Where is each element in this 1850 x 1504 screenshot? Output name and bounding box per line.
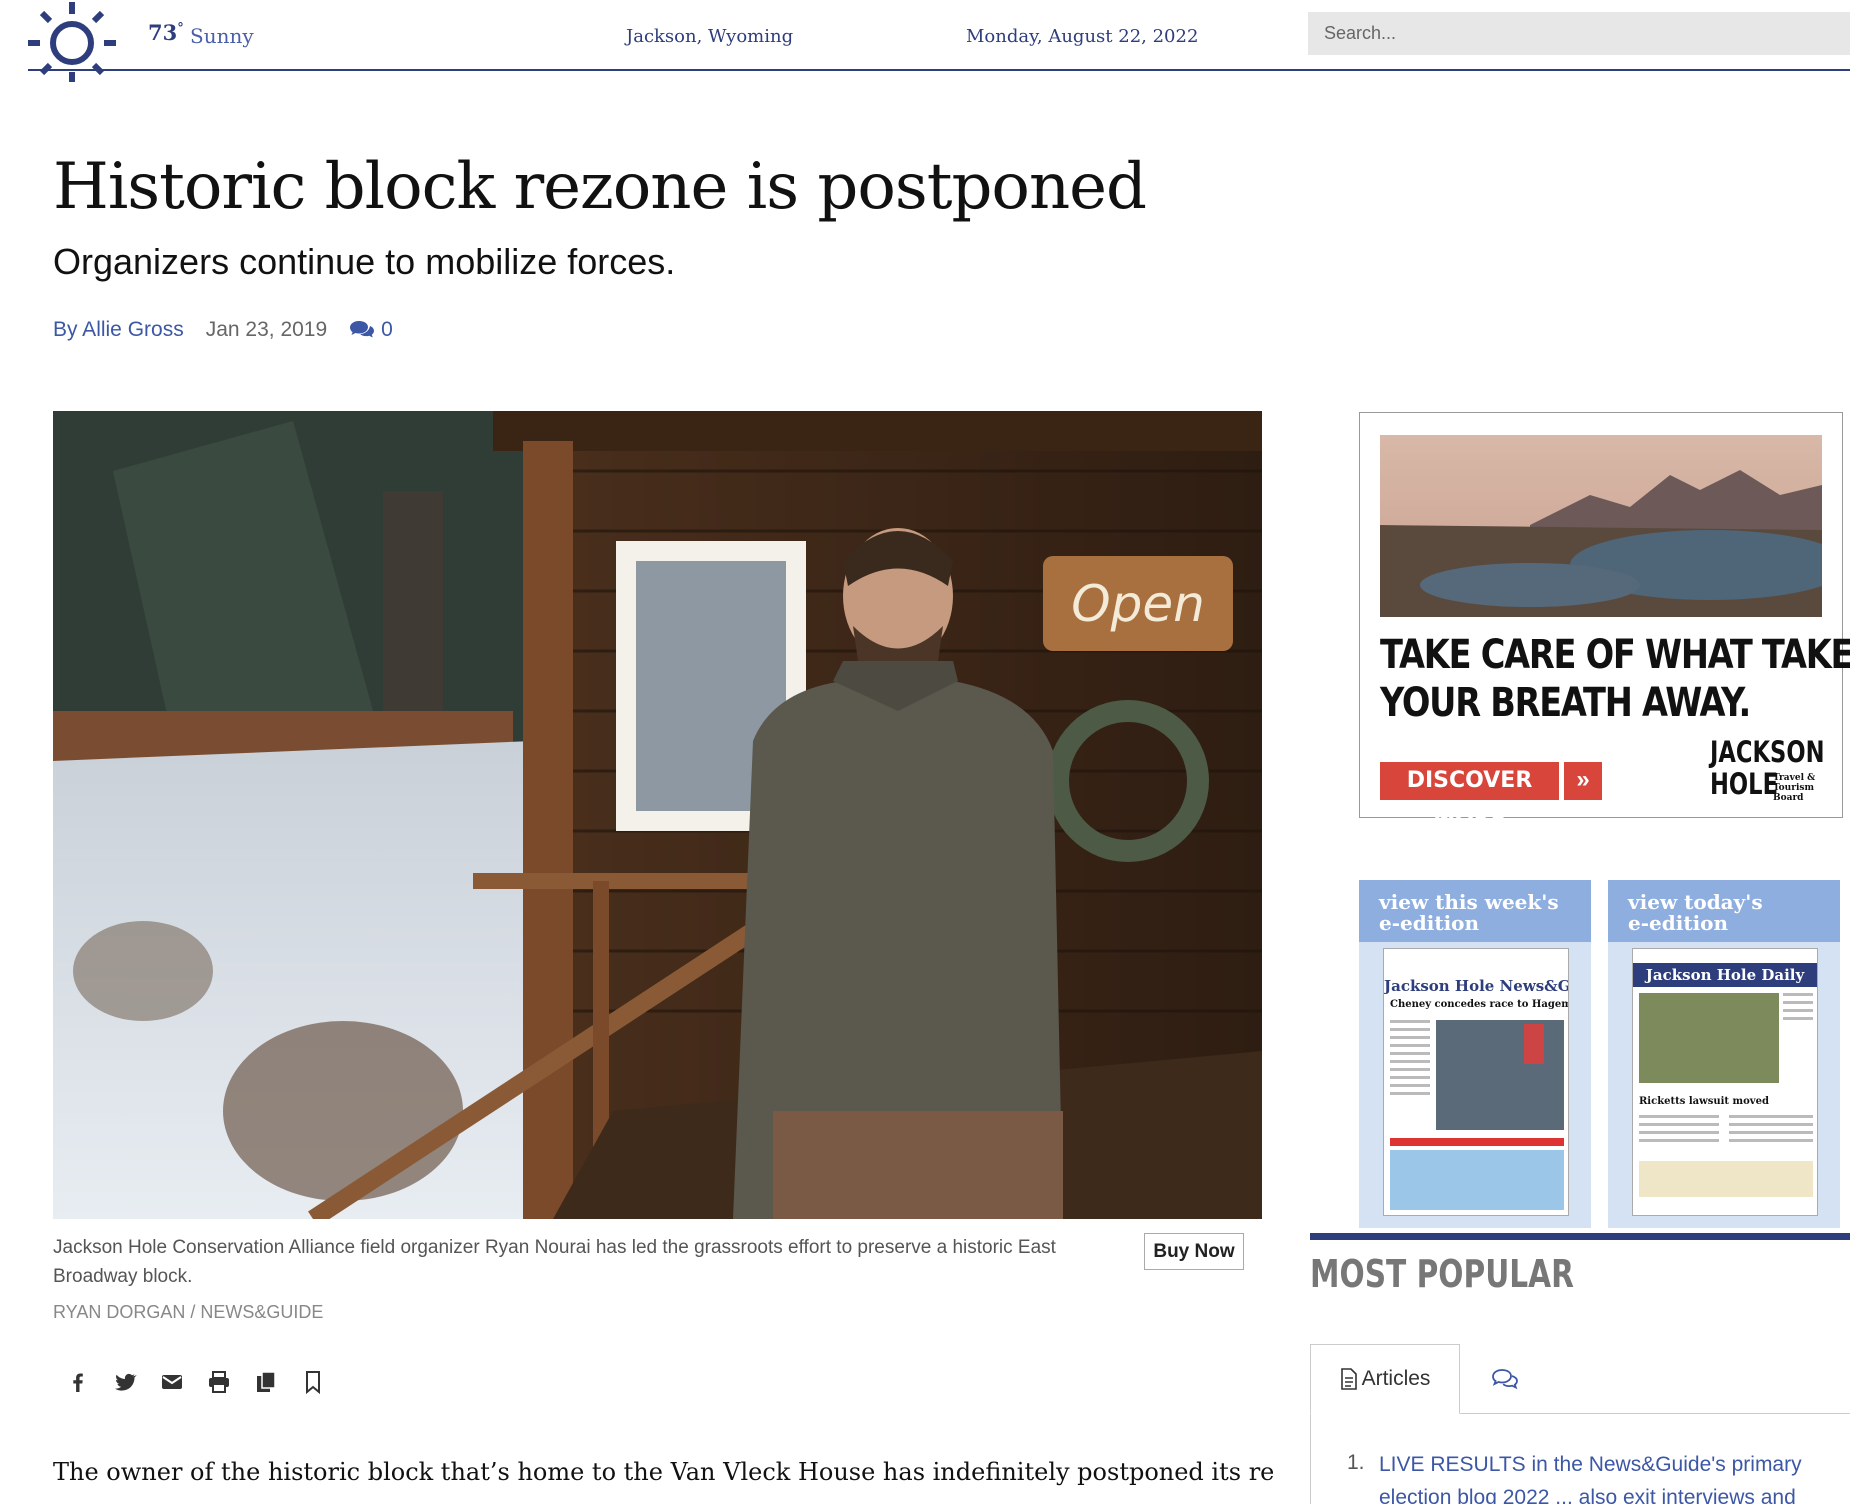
eedition-label: view today's e-edition xyxy=(1608,880,1840,942)
bookmark-icon[interactable] xyxy=(301,1370,325,1395)
comment-count: 0 xyxy=(381,318,393,341)
comments-icon xyxy=(1492,1369,1518,1390)
eedition-label: view this week's e-edition xyxy=(1359,880,1591,942)
copy-icon[interactable] xyxy=(254,1370,278,1394)
ad-landscape-image xyxy=(1380,435,1822,617)
tab-articles[interactable]: Articles xyxy=(1310,1344,1460,1414)
newspaper-illustration xyxy=(1390,1020,1564,1210)
tab-comments[interactable] xyxy=(1460,1344,1550,1414)
weather-condition: Sunny xyxy=(190,24,254,48)
byline: By Allie Gross Jan 23, 2019 0 xyxy=(53,318,393,342)
list-item: 1. LIVE RESULTS in the News&Guide's prim… xyxy=(1310,1414,1850,1504)
current-date: Monday, August 22, 2022 xyxy=(966,26,1199,47)
advertisement[interactable]: TAKE CARE OF WHAT TAKES YOUR BREATH AWAY… xyxy=(1359,412,1850,831)
discover-more-button[interactable]: DISCOVER MORE xyxy=(1380,762,1559,831)
newspaper-columns xyxy=(1639,1115,1813,1197)
most-popular-tabs: Articles xyxy=(1310,1344,1850,1414)
chevron-right-icon[interactable]: » xyxy=(1564,762,1602,800)
page-title: Historic block rezone is postponed xyxy=(53,150,1147,224)
eedition-weekly[interactable]: view this week's e-edition Jackson Hole … xyxy=(1359,880,1591,1228)
newspaper-thumbnail: Jackson Hole Daily Ricketts lawsuit move… xyxy=(1632,948,1818,1216)
list-number: 1. xyxy=(1347,1451,1365,1474)
buy-now-button[interactable]: Buy Now xyxy=(1144,1233,1244,1270)
eedition-daily[interactable]: view today's e-edition Jackson Hole Dail… xyxy=(1608,880,1840,1228)
ad-headline: TAKE CARE OF WHAT TAKES YOUR BREATH AWAY… xyxy=(1380,632,1850,726)
ad-logo-sub: Travel & Tourism Board xyxy=(1773,773,1816,803)
photo-illustration: Open xyxy=(53,411,1262,1219)
twitter-icon[interactable] xyxy=(113,1370,137,1394)
article-photo[interactable]: Open xyxy=(53,411,1262,1219)
temperature: 73° xyxy=(148,20,184,45)
photo-credit: RYAN DORGAN / NEWS&GUIDE xyxy=(53,1302,324,1322)
photo-caption: Jackson Hole Conservation Alliance field… xyxy=(53,1237,1056,1287)
popular-article-link[interactable]: LIVE RESULTS in the News&Guide's primary… xyxy=(1379,1448,1849,1504)
location: Jackson, Wyoming xyxy=(626,26,794,47)
publish-date: Jan 23, 2019 xyxy=(205,318,328,341)
subheadline: Organizers continue to mobilize forces. xyxy=(53,241,676,282)
section-rule xyxy=(1310,1233,1850,1240)
search-input[interactable] xyxy=(1308,12,1850,55)
author-link[interactable]: By Allie Gross xyxy=(53,318,184,342)
print-icon[interactable] xyxy=(207,1370,231,1394)
comments-link[interactable]: 0 xyxy=(349,318,393,342)
open-sign-text: Open xyxy=(1071,575,1205,633)
newspaper-thumbnail: Jackson Hole News&Guide Cheney concedes … xyxy=(1383,948,1569,1216)
article-body: The owner of the historic block that’s h… xyxy=(53,1458,1273,1486)
document-icon xyxy=(1340,1368,1357,1390)
most-popular-title: MOST POPULAR xyxy=(1310,1252,1574,1296)
email-icon[interactable] xyxy=(160,1370,184,1394)
ad-logo-line2: HOLE xyxy=(1710,767,1779,801)
comments-icon xyxy=(350,321,375,338)
share-toolbar xyxy=(66,1370,325,1395)
facebook-icon[interactable] xyxy=(66,1370,90,1394)
ad-logo-line1: JACKSON xyxy=(1710,735,1825,769)
top-bar: 73° Sunny Jackson, Wyoming Monday, Augus… xyxy=(28,0,1850,82)
sun-icon xyxy=(28,2,116,82)
newspaper-photo xyxy=(1639,993,1813,1083)
